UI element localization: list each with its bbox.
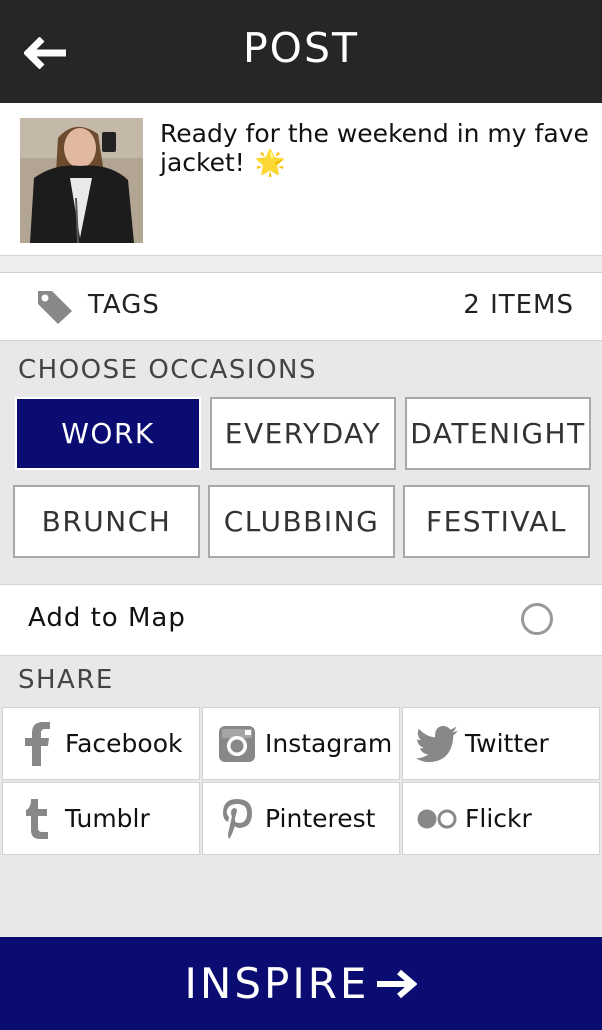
share-twitter-label: Twitter bbox=[465, 729, 549, 758]
share-tumblr[interactable]: Tumblr bbox=[2, 782, 200, 855]
share-flickr-label: Flickr bbox=[465, 804, 532, 833]
pinterest-icon bbox=[215, 797, 259, 841]
facebook-icon bbox=[15, 721, 59, 766]
share-title: SHARE bbox=[18, 665, 114, 695]
occasion-festival[interactable]: FESTIVAL bbox=[403, 485, 590, 558]
star-emoji: 🌟 bbox=[254, 148, 286, 177]
inspire-label: INSPIRE bbox=[184, 959, 370, 1008]
share-facebook-label: Facebook bbox=[65, 729, 183, 758]
add-to-map-label: Add to Map bbox=[28, 603, 186, 633]
occasions-title: CHOOSE OCCASIONS bbox=[18, 355, 317, 385]
post-preview: Ready for the weekend in my fave jacket!… bbox=[0, 103, 602, 256]
share-section: SHARE Facebook Instagram Twitter Tumblr … bbox=[0, 655, 602, 937]
tumblr-icon bbox=[15, 797, 59, 841]
section-divider bbox=[0, 256, 602, 273]
occasions-section: CHOOSE OCCASIONS WORK EVERYDAY DATENIGHT… bbox=[0, 341, 602, 583]
page-title: POST bbox=[242, 24, 360, 72]
inspire-button[interactable]: INSPIRE bbox=[0, 937, 602, 1030]
top-bar: POST bbox=[0, 0, 602, 103]
tags-label: TAGS bbox=[88, 290, 160, 320]
share-flickr[interactable]: Flickr bbox=[402, 782, 600, 855]
share-tumblr-label: Tumblr bbox=[65, 804, 150, 833]
post-caption: Ready for the weekend in my fave jacket!… bbox=[160, 119, 590, 177]
instagram-icon bbox=[215, 722, 259, 766]
share-twitter[interactable]: Twitter bbox=[402, 707, 600, 780]
occasion-work[interactable]: WORK bbox=[15, 397, 201, 470]
occasion-everyday[interactable]: EVERYDAY bbox=[210, 397, 396, 470]
add-to-map-toggle[interactable] bbox=[521, 603, 553, 635]
share-instagram[interactable]: Instagram bbox=[202, 707, 400, 780]
share-pinterest[interactable]: Pinterest bbox=[202, 782, 400, 855]
occasion-brunch[interactable]: BRUNCH bbox=[13, 485, 200, 558]
tag-icon bbox=[38, 291, 72, 324]
share-facebook[interactable]: Facebook bbox=[2, 707, 200, 780]
share-instagram-label: Instagram bbox=[265, 729, 393, 758]
flickr-icon bbox=[415, 797, 459, 841]
add-to-map-row[interactable]: Add to Map bbox=[0, 584, 602, 656]
occasion-datenight[interactable]: DATENIGHT bbox=[405, 397, 591, 470]
twitter-icon bbox=[415, 722, 459, 766]
tags-row[interactable]: TAGS 2 ITEMS bbox=[0, 273, 602, 341]
share-pinterest-label: Pinterest bbox=[265, 804, 376, 833]
caption-text: Ready for the weekend in my fave jacket! bbox=[160, 119, 589, 177]
post-photo bbox=[20, 118, 143, 243]
occasion-clubbing[interactable]: CLUBBING bbox=[208, 485, 395, 558]
tags-count: 2 ITEMS bbox=[463, 290, 574, 320]
arrow-right-icon bbox=[377, 969, 418, 998]
